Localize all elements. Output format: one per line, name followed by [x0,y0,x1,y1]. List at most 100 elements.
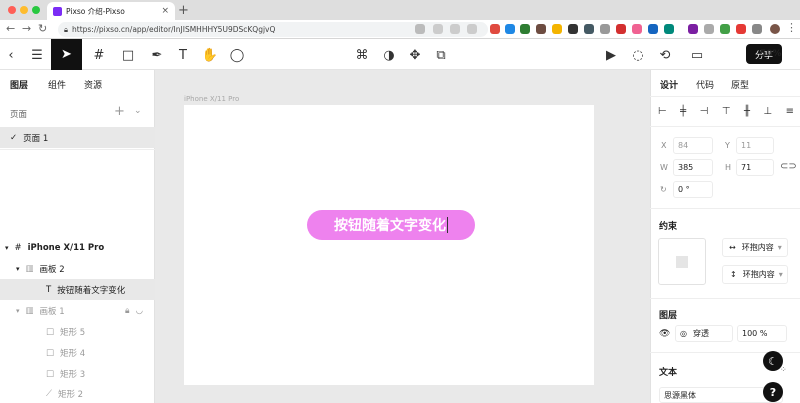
hand-tool-icon[interactable]: ✋ [199,44,221,66]
align-left-icon[interactable]: ⊢ [658,106,667,117]
comment-tool-icon[interactable]: ◯ [226,44,248,66]
lock-icon[interactable]: 🔒︎ [125,306,130,316]
maximize-window-dot[interactable] [32,6,40,14]
extension-2-icon[interactable] [505,24,515,34]
tab-layers[interactable]: 图层 [10,78,28,91]
tab-prototype[interactable]: 原型 [731,78,749,91]
align-bottom-icon[interactable]: ⊥ [763,106,772,117]
extension-1-icon[interactable] [490,24,500,34]
opacity-field[interactable]: 100 % [737,325,787,342]
tab-code[interactable]: 代码 [696,78,714,91]
distribute-icon[interactable]: ≡ [786,106,794,117]
extension-13-icon[interactable] [688,24,698,34]
constraint-vertical-select[interactable]: ↕ 环抱内容 ▾ [722,265,788,284]
extension-8-icon[interactable] [600,24,610,34]
align-top-icon[interactable]: ⊤ [722,106,731,117]
download-icon[interactable] [415,24,425,34]
rotation-field[interactable]: 0 ° [673,181,713,198]
frame-label[interactable]: iPhone X/11 Pro [184,95,239,103]
rectangle-tool-icon[interactable]: □ [117,44,139,66]
layer-row-frame[interactable]: ▾ # iPhone X/11 Pro [0,237,155,258]
extension-12-icon[interactable] [664,24,674,34]
main-menu-icon[interactable]: ☰ [26,44,48,66]
tab-design[interactable]: 设计 [660,78,678,91]
text-tool-icon[interactable]: T [172,44,194,66]
close-tab-icon[interactable]: × [161,6,169,16]
layer-row-rect-3[interactable]: □ 矩形 3 [0,363,155,384]
rotation-icon: ↻ [660,185,667,194]
layer-row-artboard-2[interactable]: ▾ ▥ 画板 2 [0,258,155,279]
collapse-pages-icon[interactable]: ⌄ [134,106,142,116]
align-middle-v-icon[interactable]: ╫ [744,106,750,117]
back-to-files-icon[interactable]: ‹ [0,44,22,66]
constrain-proportions-icon[interactable]: ⊂⊃ [780,161,797,172]
tab-assets[interactable]: 资源 [84,78,102,91]
align-right-icon[interactable]: ⊣ [700,106,709,117]
browser-tab[interactable]: Pixso 介绍-Pixso × [47,2,175,20]
hidden-eye-icon[interactable]: ◡ [136,306,143,316]
layer-section-title: 图层 [659,311,678,321]
mask-icon[interactable]: ◑ [378,44,400,66]
blend-mode-select[interactable]: ◎ 穿透 [675,325,733,342]
x-field[interactable]: 84 [673,137,713,154]
layer-row-artboard-1[interactable]: ▾ ▥ 画板 1 🔒︎ ◡ [0,300,155,321]
layer-row-rect-5[interactable]: □ 矩形 5 [0,321,155,342]
pen-tool-icon[interactable]: ✒ [146,44,168,66]
theme-toggle-icon[interactable]: ◌ [627,44,649,66]
extension-15-icon[interactable] [720,24,730,34]
layer-row-rect-2[interactable]: ⟋ 矩形 2 [0,384,155,403]
chevron-down-icon: ▾ [777,243,782,252]
layer-label: 矩形 2 [57,389,84,400]
reload-icon[interactable]: ↻ [38,22,47,35]
constraints-widget[interactable] [658,238,706,285]
text-section-title: 文本 [659,368,678,378]
bookmark-star-icon[interactable] [467,24,477,34]
constraint-horizontal-select[interactable]: ↔ 环抱内容 ▾ [722,238,788,257]
layout-view-icon[interactable]: ▭ [686,44,708,66]
height-field[interactable]: 71 [736,159,774,176]
extension-11-icon[interactable] [648,24,658,34]
new-tab-button[interactable]: + [178,3,189,18]
layer-row-text[interactable]: T 按钮随着文字变化 [0,279,155,300]
component-icon[interactable]: ⌘ [351,44,373,66]
close-window-dot[interactable] [8,6,16,14]
extension-6-icon[interactable] [568,24,578,34]
extension-4-icon[interactable] [536,24,546,34]
y-field[interactable]: 11 [736,137,774,154]
browser-menu-icon[interactable]: ⋮ [786,21,797,34]
extension-7-icon[interactable] [584,24,594,34]
layer-row-rect-4[interactable]: □ 矩形 4 [0,342,155,363]
iphone-frame[interactable] [184,105,594,385]
align-center-h-icon[interactable]: ╪ [680,106,686,117]
width-field[interactable]: 385 [673,159,713,176]
extension-5-icon[interactable] [552,24,562,34]
canvas-pink-button[interactable]: 按钮随着文字变化 [307,210,475,240]
history-icon[interactable]: ⟲ [654,44,676,66]
visibility-eye-icon[interactable]: 👁︎ [659,329,670,339]
zoom-page-icon[interactable] [433,24,443,34]
share-page-icon[interactable] [450,24,460,34]
move-tool-icon[interactable]: ➤ [51,39,82,70]
extension-14-icon[interactable] [704,24,714,34]
extension-9-icon[interactable] [616,24,626,34]
forward-icon[interactable]: → [22,22,31,35]
canvas-button-text[interactable]: 按钮随着文字变化 [334,215,446,235]
boolean-icon[interactable]: ✥ [404,44,426,66]
tab-components[interactable]: 组件 [48,78,66,91]
profile-avatar[interactable] [770,24,780,34]
flatten-icon[interactable]: ⧉ [430,44,452,66]
help-button[interactable]: ? [763,382,783,402]
extensions-puzzle-icon[interactable] [752,24,762,34]
minimize-window-dot[interactable] [20,6,28,14]
extension-3-icon[interactable] [520,24,530,34]
page-item-1[interactable]: ✓ 页面 1 [0,127,155,148]
back-icon[interactable]: ← [6,22,15,35]
extension-10-icon[interactable] [632,24,642,34]
frame-tool-icon[interactable]: # [88,44,110,66]
extension-16-icon[interactable] [736,24,746,34]
add-page-icon[interactable]: + [114,104,125,119]
dark-mode-moon-icon[interactable]: ☾ [763,351,783,371]
present-play-icon[interactable]: ▶ [600,44,622,66]
panel-divider [650,298,800,299]
zoom-level[interactable]: 50% [760,49,782,59]
